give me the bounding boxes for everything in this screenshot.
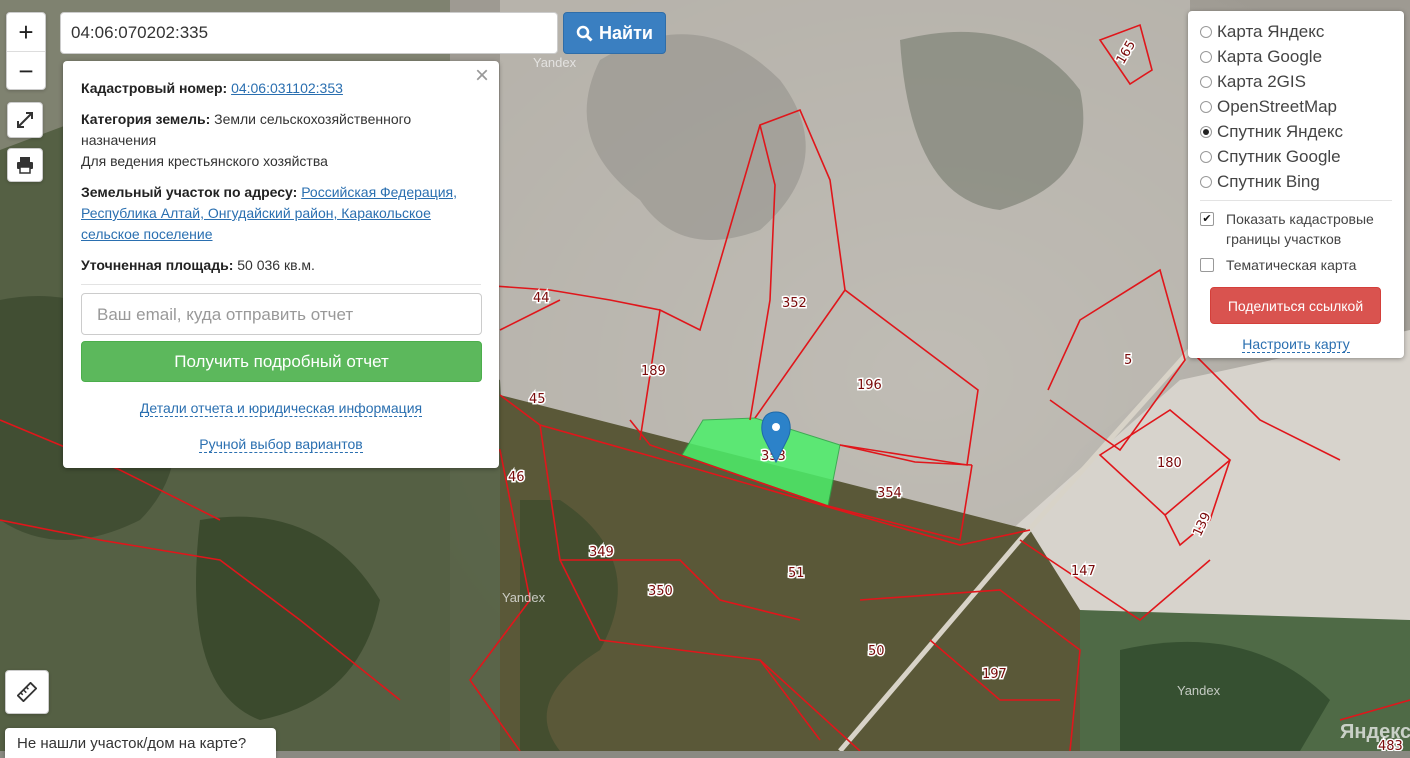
fullscreen-icon [17, 112, 33, 128]
thematic-map-label: Тематическая карта [1226, 257, 1357, 273]
cadastral-number-row: Кадастровый номер: 04:06:031102:353 [81, 78, 481, 99]
yandex-watermark: Yandex [533, 55, 577, 70]
layer-option-label: Карта Яндекс [1217, 21, 1325, 41]
divider [1200, 200, 1392, 201]
search-button-label: Найти [599, 22, 653, 43]
zoom-control: + − [6, 12, 46, 90]
layer-option-label: Спутник Google [1217, 146, 1341, 166]
cadastral-search-input[interactable] [60, 12, 558, 54]
parcel-label: 5 [1124, 353, 1132, 368]
manual-selection-link[interactable]: Ручной выбор вариантов [199, 436, 363, 453]
ruler-icon [17, 682, 37, 702]
layer-option-label: Спутник Bing [1217, 171, 1320, 191]
layer-option-label: OpenStreetMap [1217, 96, 1338, 116]
yandex-logo: Яндекс [1340, 721, 1410, 743]
divider [81, 284, 481, 285]
not-found-prompt[interactable]: Не нашли участок/дом на карте? [5, 728, 276, 758]
print-icon [17, 157, 33, 174]
show-boundaries-label: Показать кадастровые границы участков [1226, 211, 1374, 247]
search-button[interactable]: Найти [563, 12, 666, 54]
close-icon[interactable]: × [475, 64, 489, 88]
parcel-label: 352 [782, 296, 807, 311]
parcel-label: 180 [1157, 456, 1182, 471]
parcel-label: 196 [857, 378, 882, 393]
cadastral-number-link[interactable]: 04:06:031102:353 [231, 80, 343, 96]
layer-option-google-map[interactable]: Карта Google [1200, 44, 1392, 69]
layer-option-label: Карта Google [1217, 46, 1323, 66]
radio-button[interactable] [1200, 150, 1212, 163]
configure-map-link[interactable]: Настроить карту [1242, 336, 1350, 353]
land-category-label: Категория земель: [81, 111, 211, 127]
map-layers-panel: Карта Яндекс Карта Google Карта 2GIS Ope… [1188, 11, 1404, 358]
layer-option-label: Спутник Яндекс [1217, 121, 1343, 141]
fullscreen-button[interactable] [7, 102, 43, 138]
parcel-label: 349 [589, 545, 614, 560]
layer-option-bing-satellite[interactable]: Спутник Bing [1200, 169, 1392, 194]
parcel-label: 354 [877, 486, 902, 501]
radio-button[interactable] [1200, 100, 1212, 113]
cadastral-number-label: Кадастровый номер: [81, 80, 228, 96]
parcel-label: 50 [868, 644, 885, 659]
address-label: Земельный участок по адресу: [81, 184, 298, 200]
report-details-link[interactable]: Детали отчета и юридическая информация [139, 400, 423, 417]
layer-option-label: Карта 2GIS [1217, 71, 1306, 91]
radio-button[interactable] [1200, 75, 1212, 88]
parcel-label: 45 [529, 392, 546, 407]
search-icon [576, 25, 593, 42]
area-label: Уточненная площадь: [81, 257, 234, 273]
zoom-in-button[interactable]: + [7, 13, 45, 51]
parcel-label: 197 [982, 667, 1007, 682]
print-button[interactable] [7, 148, 43, 182]
parcel-label: 46 [508, 470, 525, 485]
land-category-row: Категория земель: Земли сельскохозяйстве… [81, 109, 481, 172]
details-link-row: Детали отчета и юридическая информация [81, 398, 481, 419]
parcel-label: 51 [788, 566, 805, 581]
radio-button[interactable] [1200, 175, 1212, 188]
ruler-button[interactable] [5, 670, 49, 714]
layer-option-2gis-map[interactable]: Карта 2GIS [1200, 69, 1392, 94]
layer-option-google-satellite[interactable]: Спутник Google [1200, 144, 1392, 169]
get-report-button[interactable]: Получить подробный отчет [81, 341, 482, 382]
layer-option-yandex-map[interactable]: Карта Яндекс [1200, 19, 1392, 44]
thematic-map-toggle[interactable]: Тематическая карта [1200, 255, 1392, 275]
layer-option-yandex-satellite[interactable]: Спутник Яндекс [1200, 119, 1392, 144]
area-row: Уточненная площадь: 50 036 кв.м. [81, 255, 481, 276]
checkbox-checked[interactable]: ✔ [1200, 212, 1214, 226]
yandex-watermark: Yandex [1177, 683, 1221, 698]
radio-button-selected[interactable] [1200, 125, 1212, 138]
show-boundaries-toggle[interactable]: ✔ Показать кадастровые границы участков [1200, 209, 1392, 249]
parcel-label: 350 [648, 584, 673, 599]
configure-map-row: Настроить карту [1200, 336, 1392, 353]
parcel-label: 44 [533, 291, 550, 306]
land-use-value: Для ведения крестьянского хозяйства [81, 153, 328, 169]
checkbox[interactable] [1200, 258, 1214, 272]
area-value: 50 036 кв.м. [237, 257, 315, 273]
radio-button[interactable] [1200, 50, 1212, 63]
share-link-button[interactable]: Поделиться ссылкой [1210, 287, 1381, 324]
parcel-info-popup: × Кадастровый номер: 04:06:031102:353 Ка… [63, 61, 499, 468]
radio-button[interactable] [1200, 25, 1212, 38]
address-row: Земельный участок по адресу: Российская … [81, 182, 481, 245]
email-field[interactable]: Ваш email, куда отправить отчет [81, 293, 482, 335]
parcel-label: 189 [641, 364, 666, 379]
parcel-label: 147 [1071, 564, 1096, 579]
manual-link-row: Ручной выбор вариантов [81, 434, 481, 455]
layer-option-osm[interactable]: OpenStreetMap [1200, 94, 1392, 119]
yandex-watermark: Yandex [502, 590, 546, 605]
zoom-out-button[interactable]: − [7, 52, 45, 90]
